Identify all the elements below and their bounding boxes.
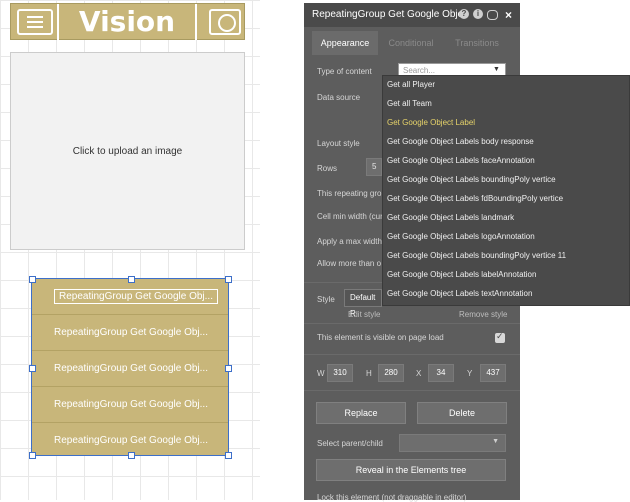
panel-tabs: Appearance Conditional Transitions <box>304 31 520 55</box>
type-of-content-dropdown: Get all Player Get all Team Get Google O… <box>382 75 630 306</box>
tab-appearance[interactable]: Appearance <box>312 31 378 55</box>
resize-handle[interactable] <box>29 276 36 283</box>
x-input[interactable]: 34 <box>428 364 454 382</box>
dropdown-item[interactable]: Get Google Object Labels boundingPoly ve… <box>387 175 556 184</box>
app-header: Vision <box>10 3 245 40</box>
divider <box>304 390 520 391</box>
resize-handle[interactable] <box>225 276 232 283</box>
divider <box>304 323 520 324</box>
style-select[interactable]: Default R <box>344 289 382 318</box>
rows-input[interactable]: 5 <box>366 158 382 176</box>
width-input[interactable]: 310 <box>327 364 353 382</box>
dropdown-item[interactable]: Get Google Object Labels faceAnnotation <box>387 156 535 165</box>
dropdown-item[interactable]: Get all Player <box>387 80 435 89</box>
layout-style-label: Layout style <box>317 139 360 148</box>
reveal-in-tree-button[interactable]: Reveal in the Elements tree <box>316 459 506 481</box>
select-parent-dropdown[interactable]: ▼ <box>399 434 506 452</box>
remove-style-link[interactable]: Remove style <box>459 310 507 319</box>
width-label: W <box>317 369 325 378</box>
height-input[interactable]: 280 <box>378 364 404 382</box>
x-label: X <box>416 369 422 378</box>
apply-max-width-label: Apply a max width <box>317 237 382 246</box>
image-uploader[interactable]: Click to upload an image <box>10 52 245 250</box>
user-icon[interactable] <box>209 9 241 35</box>
resize-handle[interactable] <box>225 452 232 459</box>
list-item[interactable]: RepeatingGroup Get Google Obj... <box>32 387 228 423</box>
height-label: H <box>366 369 372 378</box>
select-parent-label: Select parent/child <box>317 439 383 448</box>
data-source-label: Data source <box>317 93 361 102</box>
tab-transitions[interactable]: Transitions <box>444 31 510 55</box>
close-icon[interactable]: × <box>505 3 512 27</box>
edit-style-link[interactable]: Edit style <box>348 310 380 319</box>
app-title: Vision <box>57 4 197 40</box>
list-item[interactable]: RepeatingGroup Get Google Obj... <box>32 279 228 315</box>
replace-button[interactable]: Replace <box>316 402 406 424</box>
menu-icon[interactable] <box>17 9 53 35</box>
list-item-label: RepeatingGroup Get Google Obj... <box>54 289 218 304</box>
panel-title: RepeatingGroup Get Google Obje ? i × <box>304 3 520 27</box>
rows-label: Rows <box>317 164 338 173</box>
help-icon[interactable]: ? <box>459 9 469 19</box>
comment-icon[interactable] <box>487 10 498 20</box>
y-label: Y <box>467 369 473 378</box>
delete-button[interactable]: Delete <box>417 402 507 424</box>
dropdown-item[interactable]: Get Google Object Labels textAnnotation <box>387 289 532 298</box>
dropdown-item[interactable]: Get Google Object Labels landmark <box>387 213 514 222</box>
visible-on-load-label: This element is visible on page load <box>317 333 444 342</box>
resize-handle[interactable] <box>29 452 36 459</box>
chevron-down-icon: ▼ <box>492 438 499 445</box>
resize-handle[interactable] <box>128 276 135 283</box>
resize-handle[interactable] <box>225 365 232 372</box>
tab-conditional[interactable]: Conditional <box>380 31 442 55</box>
dropdown-item[interactable]: Get Google Object Labels logoAnnotation <box>387 232 535 241</box>
cell-min-width-label: Cell min width (cur <box>317 212 383 221</box>
visible-checkbox[interactable] <box>495 331 505 343</box>
style-label: Style <box>317 295 335 304</box>
dropdown-item[interactable]: Get Google Object Labels body response <box>387 137 534 146</box>
dropdown-item[interactable]: Get Google Object Labels fdBoundingPoly … <box>387 194 563 203</box>
dropdown-item[interactable]: Get Google Object Labels labelAnnotation <box>387 270 536 279</box>
dropdown-item[interactable]: Get Google Object Labels boundingPoly ve… <box>387 251 566 260</box>
allow-more-label: Allow more than o <box>317 259 382 268</box>
lock-element-label: Lock this element (not draggable in edit… <box>317 493 467 502</box>
dropdown-item-highlighted[interactable]: Get Google Object Label <box>387 118 475 127</box>
type-of-content-label: Type of content <box>317 67 372 76</box>
repeating-label: This repeating grou <box>317 189 386 198</box>
list-item[interactable]: RepeatingGroup Get Google Obj... <box>32 351 228 387</box>
chevron-down-icon[interactable]: ▼ <box>493 66 500 73</box>
resize-handle[interactable] <box>29 365 36 372</box>
dropdown-item[interactable]: Get all Team <box>387 99 432 108</box>
info-icon[interactable]: i <box>473 9 483 19</box>
repeating-group[interactable]: RepeatingGroup Get Google Obj... Repeati… <box>29 276 232 459</box>
divider <box>304 354 520 355</box>
list-item[interactable]: RepeatingGroup Get Google Obj... <box>32 315 228 351</box>
resize-handle[interactable] <box>128 452 135 459</box>
panel-title-text: RepeatingGroup Get Google Obje <box>312 9 464 20</box>
y-input[interactable]: 437 <box>480 364 506 382</box>
